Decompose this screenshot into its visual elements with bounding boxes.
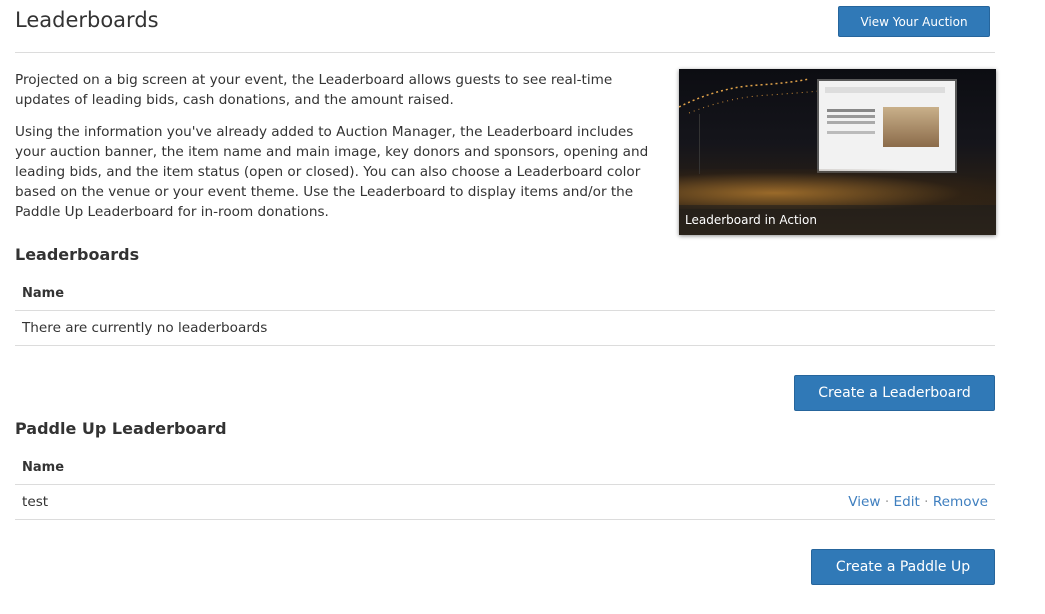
leaderboards-heading: Leaderboards xyxy=(15,245,140,264)
projection-screen-graphic xyxy=(817,79,957,173)
leaderboards-empty-row: There are currently no leaderboards xyxy=(15,311,995,346)
create-paddle-up-button[interactable]: Create a Paddle Up xyxy=(811,549,995,585)
venue-floor-graphic xyxy=(679,169,996,209)
edit-link[interactable]: Edit xyxy=(894,494,920,510)
view-link[interactable]: View xyxy=(848,494,880,510)
leaderboard-in-action-image: Leaderboard in Action xyxy=(679,69,996,235)
title-divider xyxy=(15,52,995,53)
leaderboards-table: Name There are currently no leaderboards xyxy=(15,277,995,346)
paddle-up-table: Name test View · Edit · Remove xyxy=(15,451,995,520)
leaderboards-column-name: Name xyxy=(15,277,995,311)
create-leaderboard-button[interactable]: Create a Leaderboard xyxy=(794,375,995,411)
intro-paragraph-2: Using the information you've already add… xyxy=(15,124,649,220)
paddle-up-row-name: test xyxy=(22,494,49,510)
view-your-auction-button[interactable]: View Your Auction xyxy=(838,6,990,37)
image-caption: Leaderboard in Action xyxy=(679,205,996,235)
windows-graphic xyxy=(699,114,810,174)
string-lights-graphic xyxy=(679,78,820,114)
action-separator: · xyxy=(884,494,890,510)
page-title: Leaderboards xyxy=(15,8,159,32)
row-actions: View · Edit · Remove xyxy=(848,485,988,519)
remove-link[interactable]: Remove xyxy=(933,494,988,510)
paddle-up-heading: Paddle Up Leaderboard xyxy=(15,419,227,438)
table-row: test View · Edit · Remove xyxy=(15,485,995,520)
intro-text: Projected on a big screen at your event,… xyxy=(15,70,665,234)
intro-paragraph-1: Projected on a big screen at your event,… xyxy=(15,72,613,108)
paddle-up-column-name: Name xyxy=(15,451,995,485)
action-separator: · xyxy=(924,494,929,510)
